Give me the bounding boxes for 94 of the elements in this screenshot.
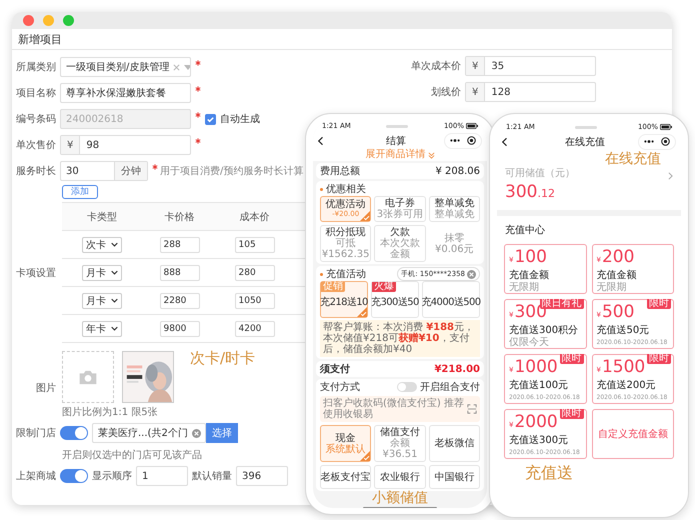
package-note: 仅限今天: [509, 337, 549, 349]
field-label: 服务时长: [16, 164, 56, 178]
field-label: 单次售价: [16, 138, 56, 152]
discount-option[interactable]: 积分抵现 可抵¥1562.35: [320, 225, 372, 262]
select-button[interactable]: 选择: [206, 423, 238, 443]
section-title: 充值中心: [504, 224, 546, 238]
field-hint: 图片比例为1:1 限5张: [62, 406, 158, 418]
field-label: 所属类别: [16, 60, 56, 74]
promo-tag: 促销: [321, 282, 345, 292]
code-field: 240002618: [60, 109, 191, 129]
package-name: 充值送200元: [596, 380, 657, 392]
price-field[interactable]: 9800: [160, 320, 200, 336]
card-type-select[interactable]: 月卡: [82, 264, 122, 280]
field-label: 图片: [35, 382, 56, 395]
window-title: 新增项目: [18, 32, 62, 46]
field-label: 划线价: [431, 86, 461, 99]
balance-label: 可用储值（元）: [505, 166, 575, 180]
due-amount: ¥218.00: [434, 364, 480, 374]
field-label: 编号条码: [16, 112, 56, 126]
section-title: 充值活动: [326, 268, 367, 281]
due-label: 须支付: [320, 362, 350, 376]
sales-field[interactable]: 396: [236, 466, 288, 486]
caption-text: 小额储值: [372, 491, 428, 506]
recharge-option[interactable]: 火爆 充300送50: [370, 281, 419, 318]
cost-field[interactable]: 105: [234, 236, 274, 252]
unit-label: 分钟: [114, 162, 147, 180]
column-header: 成本价: [238, 210, 270, 224]
currency-label: ¥: [61, 136, 80, 154]
package-name: 充值金额: [509, 270, 550, 282]
store-field[interactable]: 莱美医疗...(共2个门: [92, 423, 206, 443]
field-label: 默认销量: [192, 470, 232, 483]
text-field[interactable]: 尊享补水保湿嫩肤套餐: [60, 83, 191, 103]
cost-field[interactable]: 280: [234, 264, 274, 280]
rounding-label: 抹零 ¥0.06元: [434, 232, 475, 256]
summary-amount: ¥ 208.06: [435, 166, 480, 176]
package-note: 无限期: [509, 282, 539, 294]
page-title: 结算: [385, 134, 407, 148]
custom-amount-button[interactable]: 自定义充值金额: [592, 409, 674, 459]
payment-option[interactable]: 老板支付宝: [320, 465, 372, 489]
field-label: 卡项设置: [16, 266, 56, 280]
field-label: 单次成本价: [411, 60, 461, 73]
card-type-select[interactable]: 月卡: [82, 292, 122, 308]
package-name: 充值送100元: [509, 380, 570, 392]
currency-label: ¥: [466, 83, 486, 101]
currency-label: ¥: [466, 57, 486, 75]
card-type-select[interactable]: 年卡: [82, 320, 122, 336]
column-header: 卡类型: [86, 210, 118, 224]
promo-tag: 火爆: [372, 282, 396, 292]
add-button[interactable]: 添加: [62, 185, 98, 199]
category-select[interactable]: 一级项目类别/皮肤管理: [60, 57, 191, 77]
field-label: 显示顺序: [92, 470, 132, 483]
card-type-select[interactable]: 次卡: [82, 236, 122, 252]
payment-label: 支付方式: [320, 380, 360, 394]
balance-amount: 300.12: [505, 184, 555, 201]
package-name: 充值送300元: [509, 435, 570, 447]
price-field[interactable]: 888: [160, 264, 200, 280]
package-name: 充值送300积分: [509, 325, 580, 337]
scan-hint: 扫客户收款码(微信支付宝) 推荐使用收银易: [323, 398, 464, 420]
section-title: 优惠相关: [326, 182, 367, 196]
price-field[interactable]: ¥ 98: [60, 135, 191, 155]
payment-option[interactable]: 现金 系统默认: [320, 425, 372, 462]
discount-option[interactable]: 整单减免 整单减免: [428, 196, 480, 222]
checkbox-label: 自动生成: [220, 112, 260, 126]
field-label: 上架商城: [16, 470, 56, 483]
field-hint: 开启则仅选中的门店可见该产品: [62, 448, 202, 462]
column-header: 卡价格: [164, 210, 196, 224]
field-label: 项目名称: [16, 87, 56, 100]
caption-text: 充值送: [524, 462, 574, 484]
discount-option[interactable]: 欠款 本次欠款金额: [374, 225, 426, 262]
field-hint: 用于项目消费/预约服务时长计算: [160, 164, 304, 178]
payment-option[interactable]: 老板微信: [428, 425, 480, 462]
caption-text: 在线充值: [605, 150, 661, 168]
calculation-note: 帮客户算账：本次消费 ¥188元，本次储值¥218可获赠¥10，支付后，储值余额加¥40: [320, 320, 480, 357]
price-field[interactable]: 288: [160, 236, 200, 252]
order-field[interactable]: 1: [136, 466, 188, 486]
recharge-option[interactable]: 充4000送500: [422, 281, 480, 318]
toggle-label: 开启组合支付: [420, 380, 480, 394]
duration-field[interactable]: 30 分钟: [60, 161, 148, 181]
payment-option[interactable]: 储值支付 余额¥36.51: [374, 425, 426, 462]
cost-field[interactable]: 1050: [234, 292, 274, 308]
payment-option[interactable]: 农业银行: [374, 465, 426, 489]
price-field[interactable]: ¥ 35: [465, 56, 596, 76]
cost-field[interactable]: 4200: [234, 320, 274, 336]
package-name: 充值金额: [596, 270, 638, 282]
payment-option[interactable]: 中国银行: [428, 465, 480, 489]
summary-label: 费用总额: [320, 164, 360, 178]
discount-option[interactable]: 电子券 3张券可用: [374, 196, 426, 222]
package-name: 充值送50元: [596, 325, 650, 337]
field-label: 限制门店: [16, 426, 56, 440]
package-note: 无限期: [596, 282, 626, 294]
price-field[interactable]: ¥ 128: [465, 82, 596, 102]
price-field[interactable]: 2280: [160, 292, 200, 308]
page-title: 在线充值: [564, 136, 606, 148]
caption-text: 次卡/时卡: [190, 349, 256, 368]
